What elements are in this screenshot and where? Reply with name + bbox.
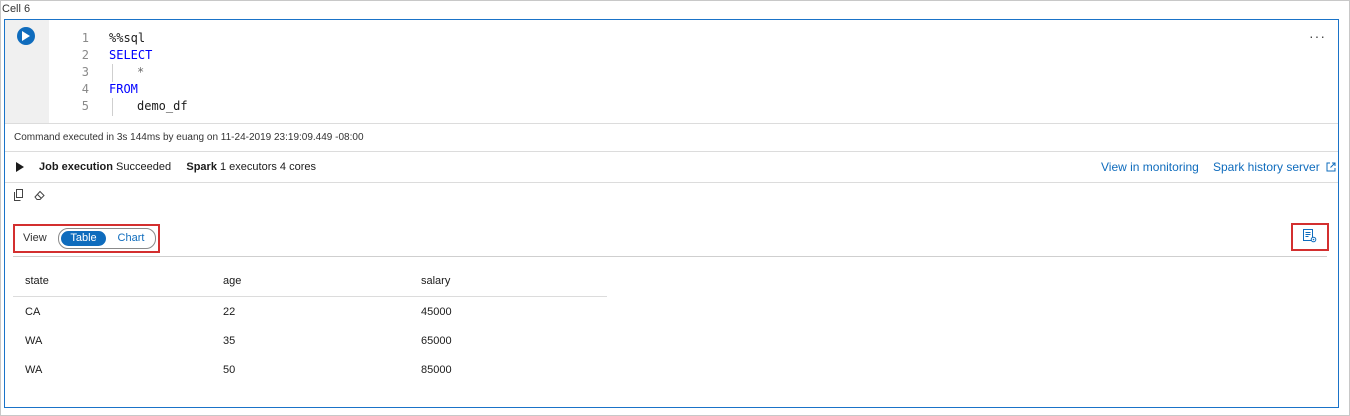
view-in-monitoring-link[interactable]: View in monitoring	[1101, 160, 1199, 174]
expand-icon[interactable]	[16, 162, 24, 172]
view-table-button[interactable]: Table	[61, 231, 106, 246]
spark-label: Spark	[186, 161, 217, 173]
table-cell: 35	[223, 334, 236, 347]
copy-icon[interactable]	[13, 189, 25, 201]
eraser-icon[interactable]	[33, 189, 46, 201]
line-number: 5	[81, 99, 89, 113]
indent-guide	[112, 64, 113, 82]
table-cell: 50	[223, 363, 236, 376]
execution-info: Command executed in 3s 144ms by euang on…	[14, 132, 364, 143]
table-header-row: state age salary	[13, 266, 607, 297]
spark-history-label: Spark history server	[1213, 160, 1320, 174]
column-header-age[interactable]: age	[211, 266, 409, 297]
line-number: 1	[81, 31, 89, 45]
column-header-salary[interactable]: salary	[409, 266, 607, 297]
results-divider	[13, 256, 1327, 257]
column-header-state[interactable]: state	[13, 266, 211, 297]
job-summary: Job execution Succeeded Spark 1 executor…	[39, 161, 316, 173]
run-cell-button[interactable]	[17, 27, 35, 45]
code-text: FROM	[109, 82, 138, 96]
job-status-row: Job execution Succeeded Spark 1 executor…	[5, 152, 1338, 182]
table-row: WA 50 85000	[13, 355, 607, 384]
play-icon	[22, 31, 30, 41]
view-toggle[interactable]: Table Chart	[58, 228, 156, 249]
view-label: View	[23, 232, 47, 244]
table-cell: 45000	[421, 305, 452, 318]
table-row: CA 22 45000	[13, 297, 607, 327]
table-cell: 65000	[421, 334, 452, 347]
divider	[5, 182, 1338, 183]
job-label: Job execution	[39, 161, 113, 173]
table-cell: WA	[25, 363, 43, 376]
view-toggle-group: View Table Chart	[13, 224, 160, 253]
cell-gutter	[5, 20, 49, 123]
job-status: Succeeded	[116, 161, 172, 173]
code-editor[interactable]: 1 %%sql 2 SELECT 3 * 4 FROM 5 demo_df ··…	[49, 20, 1338, 123]
code-text: %%sql	[109, 31, 146, 45]
line-number: 2	[81, 48, 89, 62]
table-cell: WA	[25, 334, 43, 347]
results-table: state age salary CA 22 45000 WA 35 65000…	[13, 266, 607, 384]
spark-history-server-link[interactable]: Spark history server	[1213, 160, 1336, 174]
table-row: WA 35 65000	[13, 326, 607, 355]
line-number: 4	[81, 82, 89, 96]
notebook-cell[interactable]: 1 %%sql 2 SELECT 3 * 4 FROM 5 demo_df ··…	[4, 19, 1339, 408]
divider	[5, 123, 1338, 124]
spark-detail: 1 executors 4 cores	[220, 161, 316, 173]
result-settings-group	[1291, 223, 1329, 251]
table-cell: 22	[223, 305, 236, 318]
line-number: 3	[81, 65, 89, 79]
more-icon[interactable]: ···	[1309, 28, 1326, 44]
code-text: *	[137, 65, 145, 79]
result-settings-icon[interactable]	[1303, 229, 1317, 243]
external-link-icon	[1326, 162, 1336, 172]
code-text: demo_df	[137, 99, 188, 113]
cell-title: Cell 6	[2, 3, 31, 15]
table-cell: 85000	[421, 363, 452, 376]
code-text: SELECT	[109, 48, 153, 62]
indent-guide	[112, 98, 113, 116]
view-chart-button[interactable]: Chart	[111, 231, 151, 246]
table-cell: CA	[25, 305, 41, 318]
